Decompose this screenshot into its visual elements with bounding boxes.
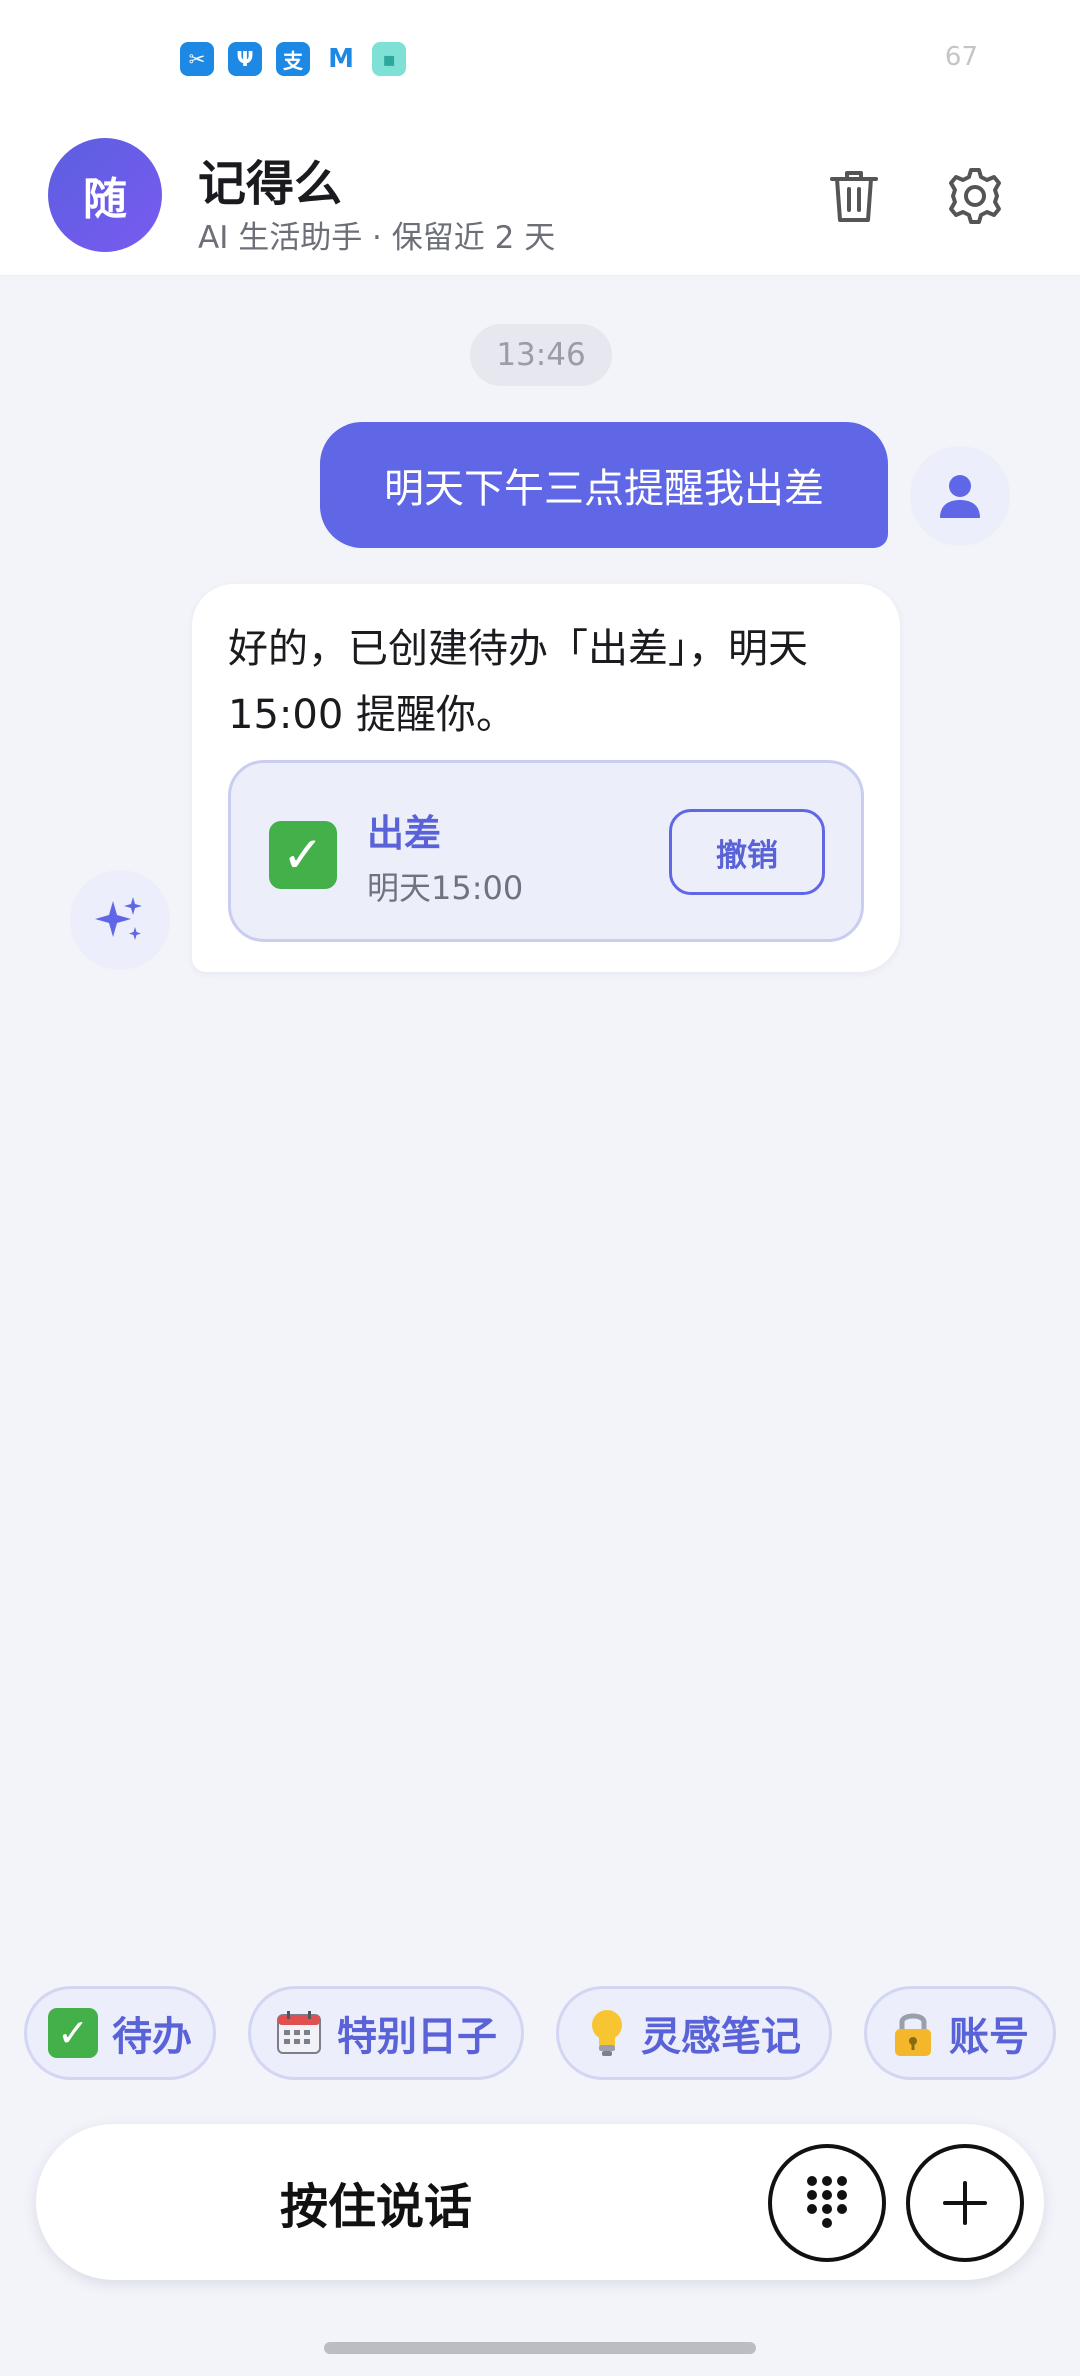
- scissors-app-icon: ✂: [180, 42, 214, 76]
- plus-icon: [943, 2181, 987, 2225]
- m-app-icon: M: [328, 44, 354, 74]
- chip-label: 账号: [949, 2014, 1029, 2060]
- usb-icon: Ψ: [228, 42, 262, 76]
- home-indicator[interactable]: [324, 2342, 756, 2354]
- person-icon: [940, 475, 980, 518]
- message-timestamp: 13:46: [470, 324, 612, 386]
- todo-card[interactable]: ✓ 出差 明天15:00 撤销: [228, 760, 864, 942]
- app-subtitle: AI 生活助手 · 保留近 2 天: [198, 220, 556, 256]
- chip-label: 特别日子: [337, 2014, 497, 2060]
- settings-button[interactable]: [935, 156, 1015, 236]
- user-message-bubble[interactable]: 明天下午三点提醒我出差: [320, 422, 888, 548]
- add-button[interactable]: [906, 2144, 1024, 2262]
- check-icon: ✓: [269, 821, 337, 889]
- chip-special-days[interactable]: 特别日子: [248, 1986, 524, 2080]
- chip-todo[interactable]: ✓ 待办: [24, 1986, 216, 2080]
- app-header: 随 记得么 AI 生活助手 · 保留近 2 天: [0, 120, 1080, 276]
- hold-to-talk-button[interactable]: 按住说话: [36, 2124, 716, 2280]
- lightbulb-icon: [587, 2007, 627, 2059]
- gear-icon: [949, 168, 1001, 224]
- sparkle-icon: [95, 897, 142, 940]
- assistant-avatar: [70, 870, 170, 970]
- chip-idea-notes[interactable]: 灵感笔记: [556, 1986, 832, 2080]
- keypad-icon: [807, 2176, 847, 2228]
- keyboard-toggle-button[interactable]: [768, 2144, 886, 2262]
- calendar-icon: [275, 2009, 323, 2057]
- alipay-icon: 支: [276, 42, 310, 76]
- user-avatar: [910, 446, 1010, 546]
- assistant-message-bubble: 好的，已创建待办「出差」，明天 15:00 提醒你。 ✓ 出差 明天15:00 …: [192, 584, 900, 972]
- chip-label: 灵感笔记: [641, 2014, 801, 2060]
- status-bar: ✂ Ψ 支 M ▪ 67: [0, 0, 1080, 120]
- app-avatar[interactable]: 随: [48, 138, 162, 252]
- battery-level: 67: [944, 42, 978, 72]
- undo-button[interactable]: 撤销: [669, 809, 825, 895]
- todo-time: 明天15:00: [367, 869, 524, 907]
- chip-label: 待办: [112, 2014, 192, 2060]
- assistant-message-text: 好的，已创建待办「出差」，明天 15:00 提醒你。: [228, 626, 808, 738]
- todo-title: 出差: [367, 812, 441, 855]
- trash-icon: [830, 171, 878, 222]
- check-icon: ✓: [48, 2008, 98, 2058]
- chat-app-icon: ▪: [372, 42, 406, 76]
- chip-accounts[interactable]: 账号: [864, 1986, 1056, 2080]
- clear-chat-button[interactable]: [814, 156, 894, 236]
- app-title: 记得么: [198, 156, 343, 212]
- lock-icon: [891, 2008, 935, 2058]
- notification-icons: ✂ Ψ 支 M ▪: [180, 42, 406, 76]
- input-bar: 按住说话: [36, 2124, 1044, 2280]
